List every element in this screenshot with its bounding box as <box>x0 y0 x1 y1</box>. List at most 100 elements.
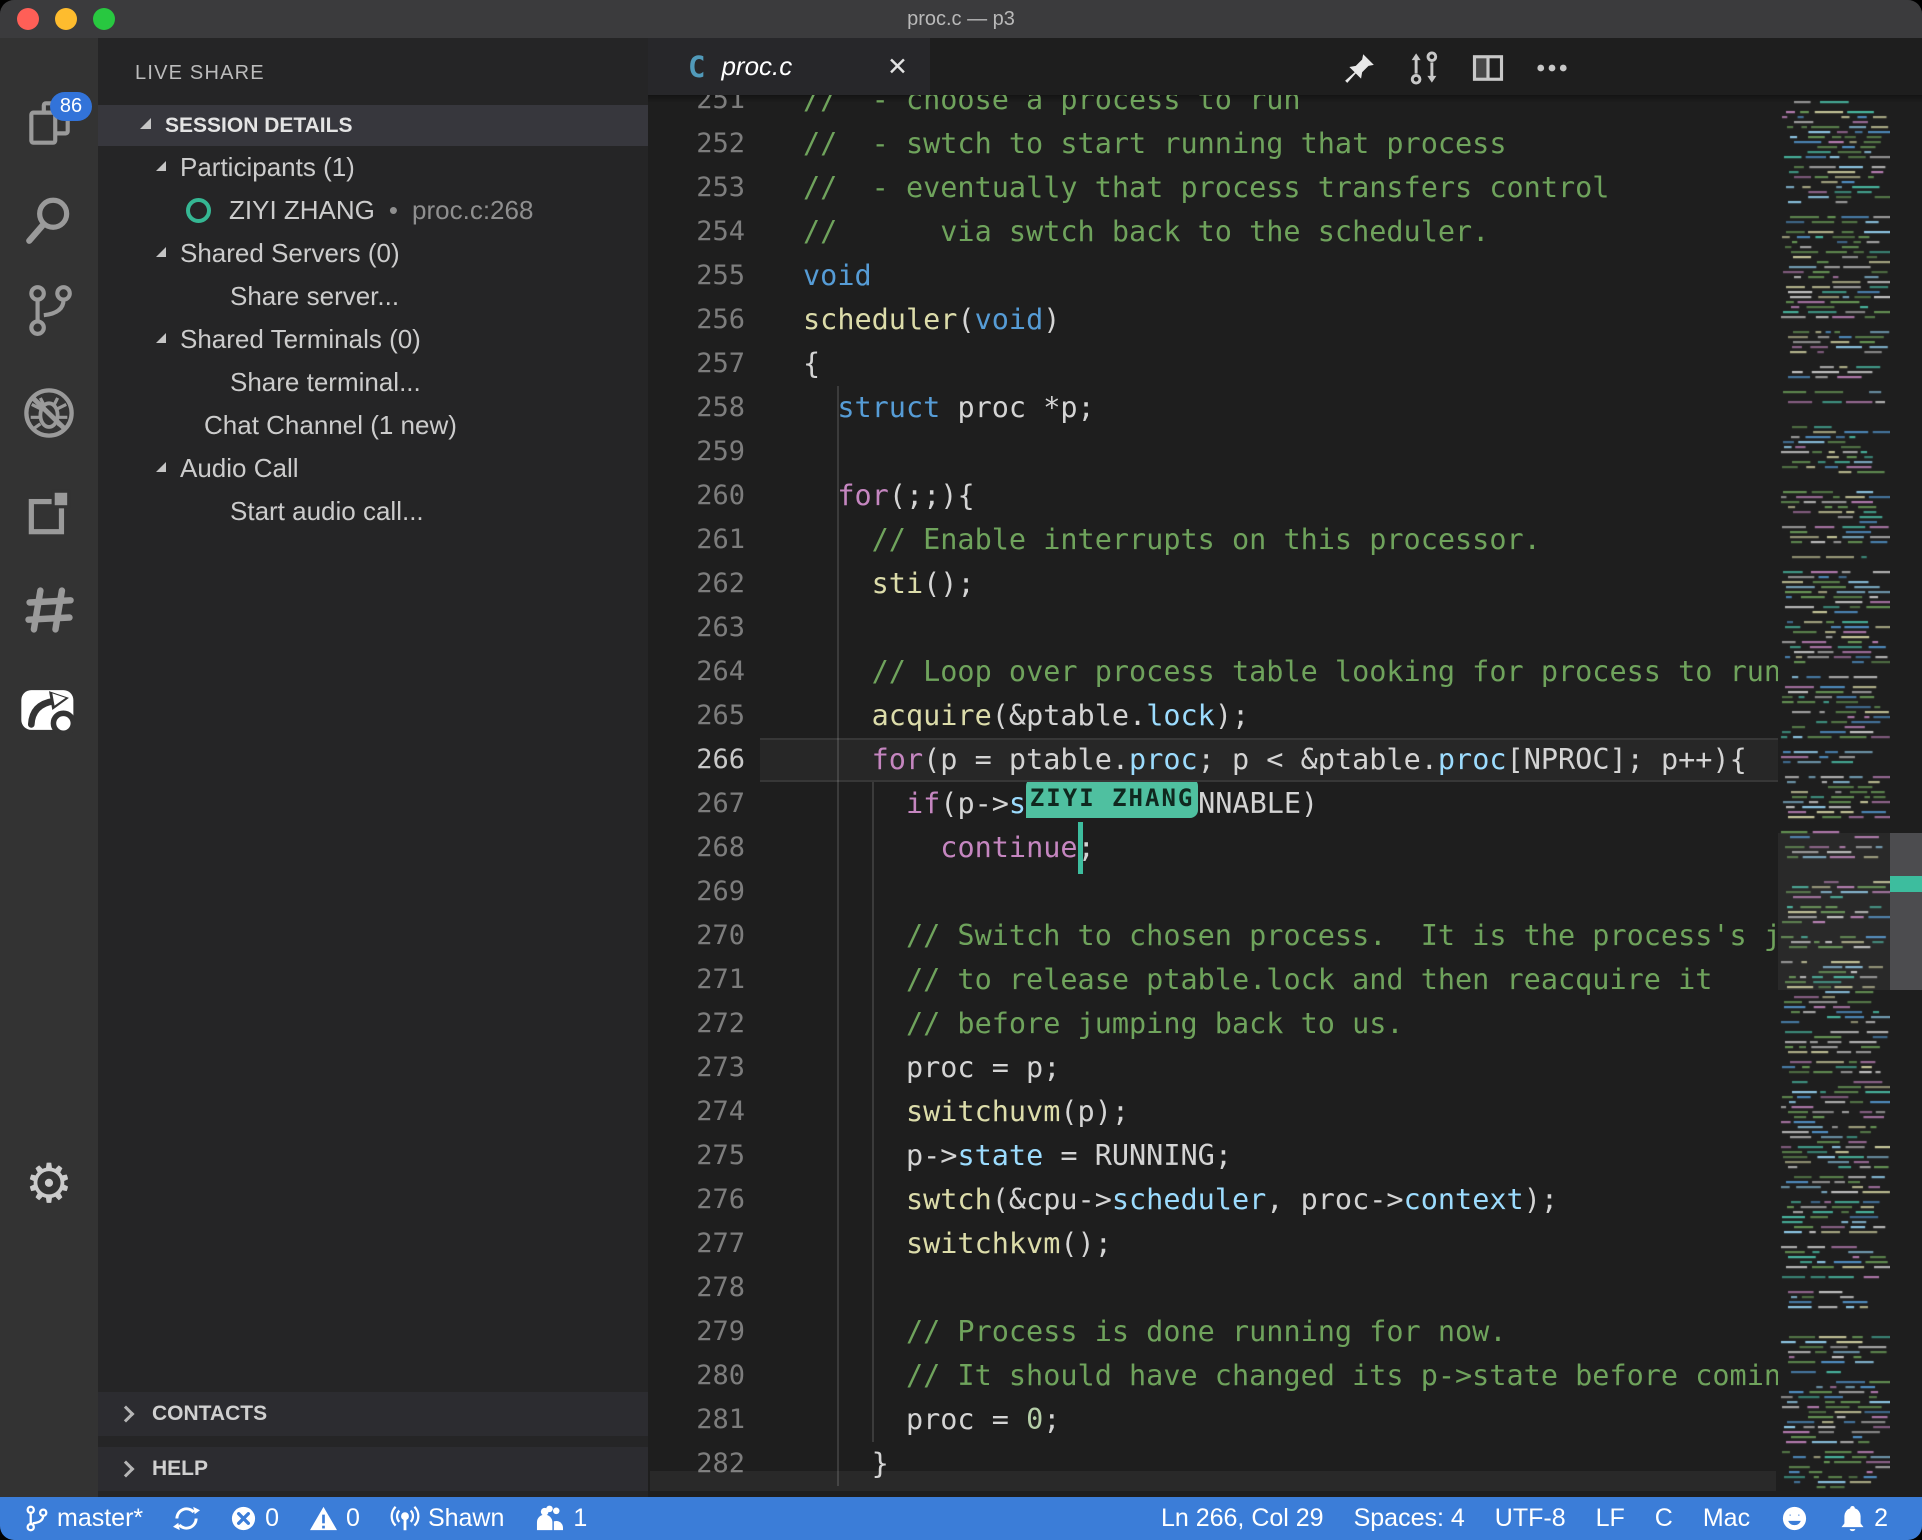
code-line[interactable]: 251 // - choose a process to run <box>648 95 1922 122</box>
code-line[interactable]: 268 continue; <box>648 826 1922 870</box>
code-line[interactable]: 253// - eventually that process transfer… <box>648 166 1922 210</box>
pin-editor-icon[interactable] <box>1334 46 1386 90</box>
sidebar-item-shared-terminals-0[interactable]: Shared Terminals (0) <box>98 318 648 361</box>
settings-gear-icon[interactable]: ⚙ <box>0 1138 98 1228</box>
item-label: Shared Terminals (0) <box>180 324 421 355</box>
line-number: 279 <box>648 1310 745 1354</box>
contacts-label: CONTACTS <box>152 1402 267 1426</box>
code-line[interactable]: 258 struct proc *p; <box>648 386 1922 430</box>
participant-overview-marker <box>1890 876 1922 892</box>
live-share-icon[interactable] <box>0 670 98 750</box>
status-spaces-4[interactable]: Spaces: 4 <box>1354 1504 1465 1533</box>
debug-disabled-icon[interactable] <box>0 373 98 453</box>
code-line[interactable]: 262 sti(); <box>648 562 1922 606</box>
status-label: 0 <box>346 1504 360 1533</box>
extensions-icon[interactable] <box>0 473 98 553</box>
sidebar-item-audio-call[interactable]: Audio Call <box>98 447 648 490</box>
code-text: // before jumping back to us. <box>803 1002 1778 1046</box>
code-line[interactable]: 263 <box>648 606 1922 650</box>
session-details-header[interactable]: SESSION DETAILS <box>98 105 648 146</box>
code-line[interactable]: 270 // Switch to chosen process. It is t… <box>648 914 1922 958</box>
help-section-header[interactable]: HELP <box>98 1447 648 1491</box>
code-line[interactable]: 255void <box>648 254 1922 298</box>
participant-row[interactable]: ZIYI ZHANG•proc.c:268 <box>98 189 648 232</box>
tab-close-icon[interactable]: ✕ <box>887 52 908 81</box>
sidebar-item-shared-servers-0[interactable]: Shared Servers (0) <box>98 232 648 275</box>
code-line[interactable]: 267 if(p->sZIYI ZHANGNNABLE) <box>648 782 1922 826</box>
status-bell[interactable]: 2 <box>1839 1504 1888 1533</box>
code-text: // It should have changed its p->state b… <box>803 1354 1778 1398</box>
line-number: 274 <box>648 1090 745 1134</box>
status-c[interactable]: C <box>1655 1504 1673 1533</box>
line-number: 259 <box>648 430 745 474</box>
contacts-section-header[interactable]: CONTACTS <box>98 1392 648 1436</box>
status-warning[interactable]: 0 <box>309 1504 360 1533</box>
status-label: Ln 266, Col 29 <box>1161 1504 1324 1533</box>
search-icon[interactable] <box>0 180 98 260</box>
sidebar-action-start-audio-call[interactable]: Start audio call... <box>98 490 648 533</box>
code-line[interactable]: 278 <box>648 1266 1922 1310</box>
code-text: // - swtch to start running that process <box>803 122 1778 166</box>
code-line[interactable]: 277 switchkvm(); <box>648 1222 1922 1266</box>
status-sync-icon[interactable] <box>173 1505 200 1532</box>
line-number: 251 <box>648 95 745 122</box>
code-line[interactable]: 281 proc = 0; <box>648 1398 1922 1442</box>
tab-proc-c[interactable]: C proc.c ✕ <box>648 38 930 95</box>
sidebar-item-chat-channel-1-new[interactable]: Chat Channel (1 new) <box>98 404 648 447</box>
status-error[interactable]: 0 <box>230 1504 279 1533</box>
action-label: Start audio call... <box>230 496 424 527</box>
split-editor-icon[interactable] <box>1462 46 1514 90</box>
code-line[interactable]: 276 swtch(&cpu->scheduler, proc->context… <box>648 1178 1922 1222</box>
code-line[interactable]: 271 // to release ptable.lock and then r… <box>648 958 1922 1002</box>
code-line[interactable]: 273 proc = p; <box>648 1046 1922 1090</box>
code-line[interactable]: 259 <box>648 430 1922 474</box>
code-line[interactable]: 266 for(p = ptable.proc; p < &ptable.pro… <box>648 738 1922 782</box>
status-ln-266-col-29[interactable]: Ln 266, Col 29 <box>1161 1504 1324 1533</box>
twistie-expanded-icon <box>156 247 166 257</box>
code-line[interactable]: 279 // Process is done running for now. <box>648 1310 1922 1354</box>
code-text: proc = p; <box>803 1046 1778 1090</box>
code-line[interactable]: 260 for(;;){ <box>648 474 1922 518</box>
code-text: switchkvm(); <box>803 1222 1778 1266</box>
status-lf[interactable]: LF <box>1596 1504 1625 1533</box>
code-line[interactable]: 261 // Enable interrupts on this process… <box>648 518 1922 562</box>
slack-hash-icon[interactable] <box>0 570 98 650</box>
code-line[interactable]: 256scheduler(void) <box>648 298 1922 342</box>
code-line[interactable]: 265 acquire(&ptable.lock); <box>648 694 1922 738</box>
status-utf-8[interactable]: UTF-8 <box>1495 1504 1566 1533</box>
status-mac[interactable]: Mac <box>1703 1504 1750 1533</box>
code-text: // - choose a process to run <box>803 95 1778 122</box>
status-people[interactable]: 1 <box>534 1504 587 1533</box>
code-line[interactable]: 272 // before jumping back to us. <box>648 1002 1922 1046</box>
more-actions-icon[interactable] <box>1526 46 1578 90</box>
action-label: Share terminal... <box>230 367 421 398</box>
code-line[interactable]: 280 // It should have changed its p->sta… <box>648 1354 1922 1398</box>
status-broadcast[interactable]: Shawn <box>390 1504 504 1534</box>
item-label: Chat Channel (1 new) <box>204 410 457 441</box>
twistie-expanded-icon <box>140 118 151 129</box>
sidebar-action-share-terminal[interactable]: Share terminal... <box>98 361 648 404</box>
sidebar-action-share-server[interactable]: Share server... <box>98 275 648 318</box>
code-line[interactable]: 252 // - swtch to start running that proc… <box>648 122 1922 166</box>
code-line[interactable]: 264 // Loop over process table looking f… <box>648 650 1922 694</box>
code-line[interactable]: 269 <box>648 870 1922 914</box>
source-control-icon[interactable] <box>0 270 98 350</box>
status-smiley-icon[interactable] <box>1780 1504 1809 1533</box>
sidebar-item-participants-1[interactable]: Participants (1) <box>98 146 648 189</box>
code-line[interactable]: 274 switchuvm(p); <box>648 1090 1922 1134</box>
status-branch[interactable]: master* <box>24 1504 143 1533</box>
horizontal-scrollbar[interactable] <box>650 1471 1776 1491</box>
line-number: 252 <box>648 122 745 166</box>
code-line[interactable]: 257{ <box>648 342 1922 386</box>
vertical-scrollbar[interactable] <box>1890 833 1922 990</box>
minimap[interactable] <box>1778 95 1890 1497</box>
open-changes-icon[interactable] <box>1398 46 1450 90</box>
code-text: // Enable interrupts on this processor. <box>803 518 1778 562</box>
code-line[interactable]: 275 p->state = RUNNING; <box>648 1134 1922 1178</box>
twistie-expanded-icon <box>156 462 166 472</box>
title-bar: proc.c — p3 <box>0 0 1922 38</box>
branch-icon <box>24 1505 49 1532</box>
code-line[interactable]: 254// via swtch back to the scheduler. <box>648 210 1922 254</box>
code-editor[interactable]: 251 // - choose a process to run 252 // - s… <box>648 95 1922 1497</box>
line-number: 276 <box>648 1178 745 1222</box>
